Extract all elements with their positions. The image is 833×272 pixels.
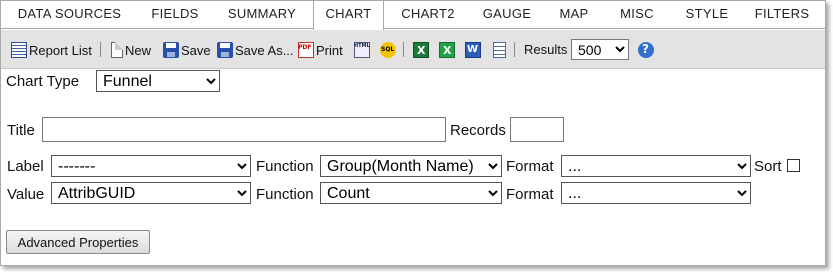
label-format-select[interactable]: ...: [561, 155, 751, 177]
new-document-icon: [111, 42, 123, 58]
document-icon: [493, 42, 506, 58]
new-button[interactable]: New: [111, 40, 151, 60]
label-format-label: Format: [506, 158, 554, 175]
value-format-label: Format: [506, 186, 554, 203]
chart-type-select[interactable]: Funnel: [96, 70, 220, 92]
toolbar-divider: [100, 42, 101, 57]
tab-map[interactable]: MAP: [549, 1, 599, 28]
excel-icon: [413, 42, 429, 58]
value-function-select[interactable]: Count: [320, 182, 502, 204]
excel-xlsx-icon: [439, 42, 455, 58]
print-label: Print: [316, 42, 343, 58]
report-list-button[interactable]: Report List: [11, 40, 92, 60]
export-excel-xlsx-button[interactable]: [439, 40, 457, 60]
tab-chart[interactable]: CHART: [313, 1, 384, 30]
tab-fields[interactable]: FIELDS: [139, 1, 211, 28]
report-list-label: Report List: [29, 42, 92, 58]
new-label: New: [125, 42, 152, 58]
tab-bar: DATA SOURCES FIELDS SUMMARY CHART CHART2…: [1, 1, 825, 30]
tab-gauge[interactable]: GAUGE: [473, 1, 541, 28]
toolbar-divider: [514, 42, 515, 57]
save-as-disk-icon: [217, 42, 233, 58]
save-as-label: Save As...: [235, 42, 294, 58]
print-button[interactable]: Print: [298, 40, 343, 60]
export-sql-button[interactable]: [380, 40, 398, 60]
value-field-label: Value: [7, 186, 45, 203]
save-as-button[interactable]: Save As...: [217, 40, 294, 60]
tab-style[interactable]: STYLE: [675, 1, 739, 28]
export-word-button[interactable]: [465, 40, 483, 60]
toolbar: Report List New Save Save As... Print: [1, 30, 825, 69]
value-format-select[interactable]: ...: [561, 182, 751, 204]
toolbar-divider: [403, 42, 404, 57]
value-function-label: Function: [256, 186, 314, 203]
report-list-icon: [11, 42, 27, 58]
tab-chart2[interactable]: CHART2: [391, 1, 465, 28]
title-input[interactable]: [42, 117, 446, 142]
advanced-properties-button[interactable]: Advanced Properties: [6, 230, 150, 254]
chart-type-label: Chart Type: [6, 73, 80, 90]
records-input[interactable]: [510, 117, 564, 142]
results-select[interactable]: 500: [571, 39, 629, 60]
records-label: Records: [450, 122, 506, 139]
tab-filters[interactable]: FILTERS: [746, 1, 818, 28]
save-button[interactable]: Save: [163, 40, 211, 60]
sort-checkbox[interactable]: [787, 159, 800, 172]
save-disk-icon: [163, 42, 179, 58]
html-export-icon: [354, 42, 370, 58]
chart-editor-panel: DATA SOURCES FIELDS SUMMARY CHART CHART2…: [0, 0, 826, 266]
export-document-button[interactable]: [493, 40, 508, 60]
save-label: Save: [181, 42, 211, 58]
help-button[interactable]: [638, 40, 656, 60]
results-label: Results: [524, 42, 568, 57]
pdf-icon: [298, 42, 314, 58]
sort-label: Sort: [754, 158, 782, 175]
tab-data-sources[interactable]: DATA SOURCES: [7, 1, 132, 28]
label-field-label: Label: [7, 158, 44, 175]
sql-icon: [380, 42, 396, 58]
label-function-label: Function: [256, 158, 314, 175]
word-icon: [465, 42, 481, 58]
label-field-select[interactable]: -------: [51, 155, 251, 177]
label-function-select[interactable]: Group(Month Name): [320, 155, 502, 177]
tab-misc[interactable]: MISC: [607, 1, 667, 28]
export-html-button[interactable]: [354, 40, 372, 60]
title-label: Title: [7, 122, 35, 139]
help-icon: [638, 42, 654, 58]
value-field-select[interactable]: AttribGUID: [51, 182, 251, 204]
export-excel-button[interactable]: [413, 40, 431, 60]
tab-summary[interactable]: SUMMARY: [217, 1, 307, 28]
